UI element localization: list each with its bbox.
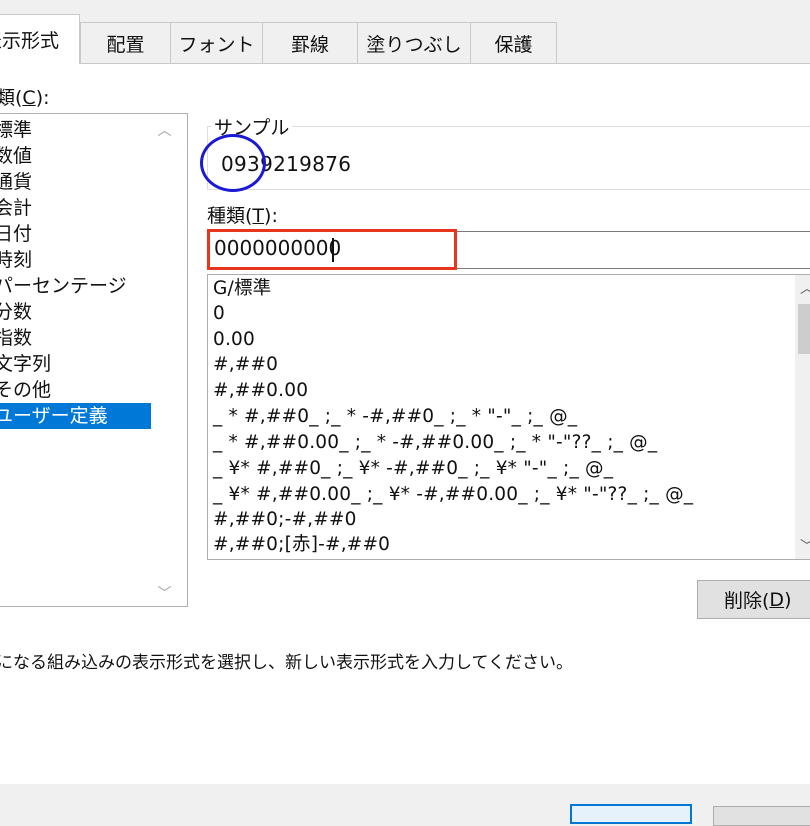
tab-label: フォント <box>178 33 255 56</box>
format-scrollbar[interactable]: ︿ ﹀ <box>795 275 810 559</box>
list-item[interactable]: 標準 <box>0 117 162 143</box>
list-item[interactable]: #,##0 <box>213 352 278 378</box>
scroll-thumb[interactable] <box>798 304 810 354</box>
list-item[interactable]: _ ¥* #,##0_ ;_ ¥* -#,##0_ ;_ ¥* "-"_ ;_ … <box>213 456 613 482</box>
tab-label: 保護 <box>494 33 533 56</box>
delete-label: 削除( <box>724 590 770 612</box>
format-list[interactable]: G/標準 0 0.00 #,##0 #,##0.00 _ * #,##0_ ;_… <box>207 274 810 560</box>
chevron-up-icon[interactable]: ︿ <box>795 275 810 301</box>
list-item[interactable]: #,##0.00 <box>213 378 308 404</box>
tab-font[interactable]: フォント <box>170 22 263 63</box>
tab-border[interactable]: 罫線 <box>262 22 358 63</box>
list-item[interactable]: _ * #,##0.00_ ;_ * -#,##0.00_ ;_ * "-"??… <box>213 430 657 456</box>
list-item-selected[interactable]: ユーザー定義 <box>0 403 162 429</box>
category-scrollbar[interactable]: ︿ ﹀ <box>151 114 178 606</box>
list-item[interactable]: 時刻 <box>0 247 162 273</box>
list-item[interactable]: パーセンテージ <box>0 273 162 299</box>
tab-label: 表示形式 <box>0 30 60 52</box>
delete-accesskey: D <box>769 588 785 611</box>
tab-fill[interactable]: 塗りつぶし <box>357 22 471 63</box>
list-item[interactable]: 文字列 <box>0 351 162 377</box>
list-item[interactable]: 分数 <box>0 299 162 325</box>
ok-button[interactable] <box>570 804 692 824</box>
list-item[interactable]: _ ¥* #,##0.00_ ;_ ¥* -#,##0.00_ ;_ ¥* "-… <box>213 482 693 508</box>
chevron-up-icon[interactable]: ︿ <box>151 116 178 143</box>
delete-button[interactable]: 削除(D) <box>697 580 810 619</box>
chevron-down-icon[interactable]: ﹀ <box>795 533 810 559</box>
list-item[interactable]: 日付 <box>0 221 162 247</box>
list-item[interactable]: 通貨 <box>0 169 162 195</box>
tab-label: 配置 <box>106 33 145 56</box>
chevron-down-icon[interactable]: ﹀ <box>151 579 178 606</box>
list-item[interactable]: 0 <box>213 301 225 327</box>
red-highlight-box <box>207 229 457 270</box>
list-item[interactable]: #,##0;-#,##0 <box>213 507 357 533</box>
tab-number-format[interactable]: 表示形式 <box>0 14 80 64</box>
list-item[interactable]: 会計 <box>0 195 162 221</box>
category-label: 類(C): <box>0 87 50 109</box>
tab-label: 罫線 <box>290 33 329 56</box>
list-item[interactable]: 0.00 <box>213 327 255 353</box>
list-item[interactable]: G/標準 <box>213 276 271 302</box>
description-text: になる組み込みの表示形式を選択し、新しい表示形式を入力してください。 <box>0 653 573 673</box>
delete-label-end: ) <box>784 588 792 611</box>
tab-protection[interactable]: 保護 <box>470 22 557 63</box>
list-item[interactable]: _ * #,##0_ ;_ * -#,##0_ ;_ * "-"_ ;_ @_ <box>213 404 577 430</box>
list-item[interactable]: 指数 <box>0 325 162 351</box>
list-item[interactable]: #,##0;[赤]-#,##0 <box>213 532 390 558</box>
tab-alignment[interactable]: 配置 <box>80 22 171 63</box>
category-list[interactable]: 標準 数値 通貨 会計 日付 時刻 パーセンテージ 分数 指数 文字列 その他 … <box>0 113 188 607</box>
tab-bar: 表示形式 配置 フォント 罫線 塗りつぶし 保護 <box>0 0 810 64</box>
list-item[interactable]: 数値 <box>0 143 162 169</box>
cancel-button[interactable] <box>713 806 810 826</box>
type-label: 種類(T): <box>207 205 278 227</box>
list-item[interactable]: その他 <box>0 377 162 403</box>
blue-highlight-circle <box>200 134 266 192</box>
tab-label: 塗りつぶし <box>366 33 462 56</box>
